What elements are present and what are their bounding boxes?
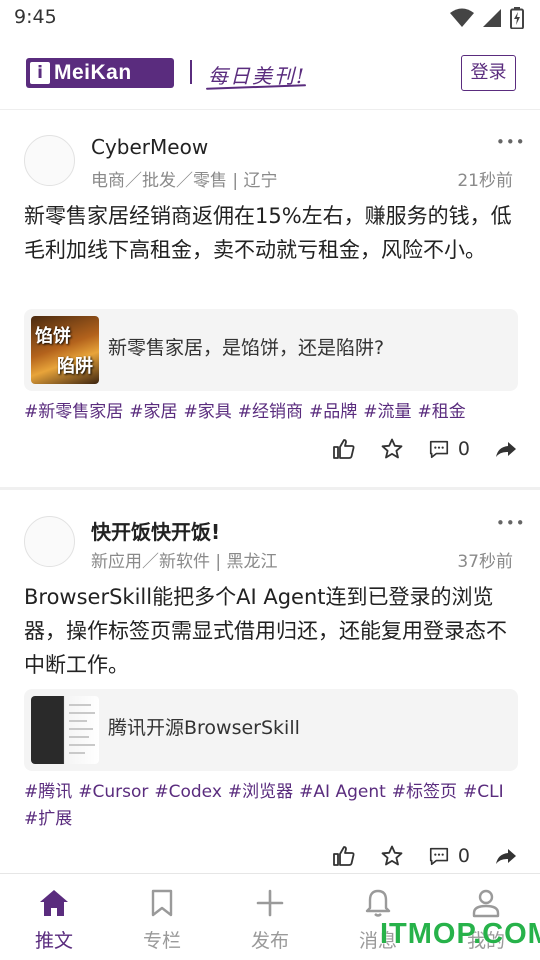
like-button[interactable]	[332, 437, 356, 461]
logo-text: MeiKan	[54, 61, 132, 84]
tag[interactable]: #浏览器	[228, 779, 293, 806]
feed-post[interactable]: CyberMeow ••• 电商／批发／零售 | 辽宁 21秒前 新零售家居经销…	[0, 111, 540, 490]
tag[interactable]: #AI Agent	[299, 779, 386, 806]
meikan-logo[interactable]: i MeiKan	[26, 58, 174, 88]
tag[interactable]: #经销商	[238, 399, 303, 426]
tag[interactable]: #新零售家居	[24, 399, 123, 426]
author-name[interactable]: 快开饭快开饭!	[91, 516, 220, 545]
favorite-button[interactable]	[380, 844, 404, 868]
tag[interactable]: #家居	[129, 399, 177, 426]
tag[interactable]: #家具	[184, 399, 232, 426]
tag[interactable]: #Codex	[154, 779, 222, 806]
share-icon	[496, 442, 516, 457]
post-actions: 0	[308, 844, 518, 868]
tag[interactable]: #标签页	[392, 779, 457, 806]
site-watermark: ITMOP.COM	[380, 918, 540, 950]
article-thumbnail: 馅饼 陷阱	[31, 316, 99, 384]
favorite-button[interactable]	[380, 437, 404, 461]
status-bar: 9:45	[0, 0, 540, 36]
login-button[interactable]: 登录	[461, 55, 516, 91]
user-icon	[472, 889, 500, 918]
tag[interactable]: #租金	[418, 399, 466, 426]
share-button[interactable]	[494, 844, 518, 868]
battery-charging-icon	[510, 7, 524, 29]
bell-icon	[365, 889, 391, 917]
thumbs-up-icon	[333, 846, 355, 866]
article-thumbnail	[31, 696, 99, 764]
comment-icon	[429, 847, 448, 866]
post-time: 37秒前	[457, 552, 513, 572]
logo-letter: i	[30, 62, 50, 84]
avatar[interactable]	[24, 516, 75, 567]
post-content[interactable]: BrowserSkill能把多个AI Agent连到已登录的浏览器，操作标签页需…	[24, 580, 516, 682]
tag-list: #腾讯 #Cursor #Codex #浏览器 #AI Agent #标签页 #CLI #扩展	[24, 779, 516, 833]
post-content[interactable]: 新零售家居经销商返佣在15%左右，赚服务的钱，低毛利加线下高租金，卖不动就亏租金…	[24, 199, 516, 267]
tag[interactable]: #Cursor	[78, 779, 148, 806]
thumbnail-text: 馅饼	[35, 326, 71, 347]
article-card[interactable]: 腾讯开源BrowserSkill	[24, 689, 518, 771]
comment-icon	[429, 440, 448, 459]
thumbs-up-icon	[333, 439, 355, 459]
comment-count: 0	[457, 438, 470, 460]
comment-button[interactable]: 0	[428, 438, 470, 460]
tag[interactable]: #品牌	[309, 399, 357, 426]
article-title: 腾讯开源BrowserSkill	[108, 717, 300, 739]
star-icon	[381, 438, 403, 459]
tag[interactable]: #腾讯	[24, 779, 72, 806]
share-icon	[496, 849, 516, 864]
article-title: 新零售家居，是馅饼，还是陷阱?	[108, 337, 385, 359]
status-time: 9:45	[14, 6, 57, 28]
nav-item-publish[interactable]: 发布	[216, 874, 324, 960]
star-icon	[381, 845, 403, 866]
tag[interactable]: #扩展	[24, 806, 72, 833]
nav-label: 推文	[34, 930, 73, 952]
post-time: 21秒前	[457, 171, 513, 191]
avatar[interactable]	[24, 135, 75, 186]
feed-post[interactable]: 快开饭快开饭! ••• 新应用／新软件 | 黑龙江 37秒前 BrowserSk…	[0, 492, 540, 872]
tag[interactable]: #CLI	[463, 779, 504, 806]
signal-icon	[483, 9, 501, 27]
article-card[interactable]: 馅饼 陷阱 新零售家居，是馅饼，还是陷阱?	[24, 309, 518, 391]
author-meta: 电商／批发／零售 | 辽宁	[91, 171, 278, 191]
plus-icon	[256, 889, 284, 917]
bookmark-icon	[151, 889, 173, 917]
comment-button[interactable]: 0	[428, 845, 470, 867]
logo-divider	[190, 60, 192, 84]
nav-item-columns[interactable]: 专栏	[108, 874, 216, 960]
more-options-icon[interactable]: •••	[496, 514, 526, 532]
like-button[interactable]	[332, 844, 356, 868]
tag[interactable]: #流量	[363, 399, 411, 426]
comment-count: 0	[457, 845, 470, 867]
nav-label: 发布	[250, 930, 289, 952]
home-icon	[40, 890, 68, 916]
author-name[interactable]: CyberMeow	[91, 135, 208, 159]
app-header: i MeiKan 每日美刊! 登录	[0, 36, 540, 110]
author-meta: 新应用／新软件 | 黑龙江	[91, 552, 278, 572]
more-options-icon[interactable]: •••	[496, 133, 526, 151]
nav-item-tweets[interactable]: 推文	[0, 874, 108, 960]
thumbnail-text: 陷阱	[57, 356, 93, 377]
post-actions: 0	[308, 437, 518, 461]
status-icons	[450, 7, 524, 29]
tag-list: #新零售家居 #家居 #家具 #经销商 #品牌 #流量 #租金	[24, 399, 516, 426]
wifi-icon	[450, 8, 474, 27]
nav-label: 专栏	[142, 930, 181, 952]
share-button[interactable]	[494, 437, 518, 461]
